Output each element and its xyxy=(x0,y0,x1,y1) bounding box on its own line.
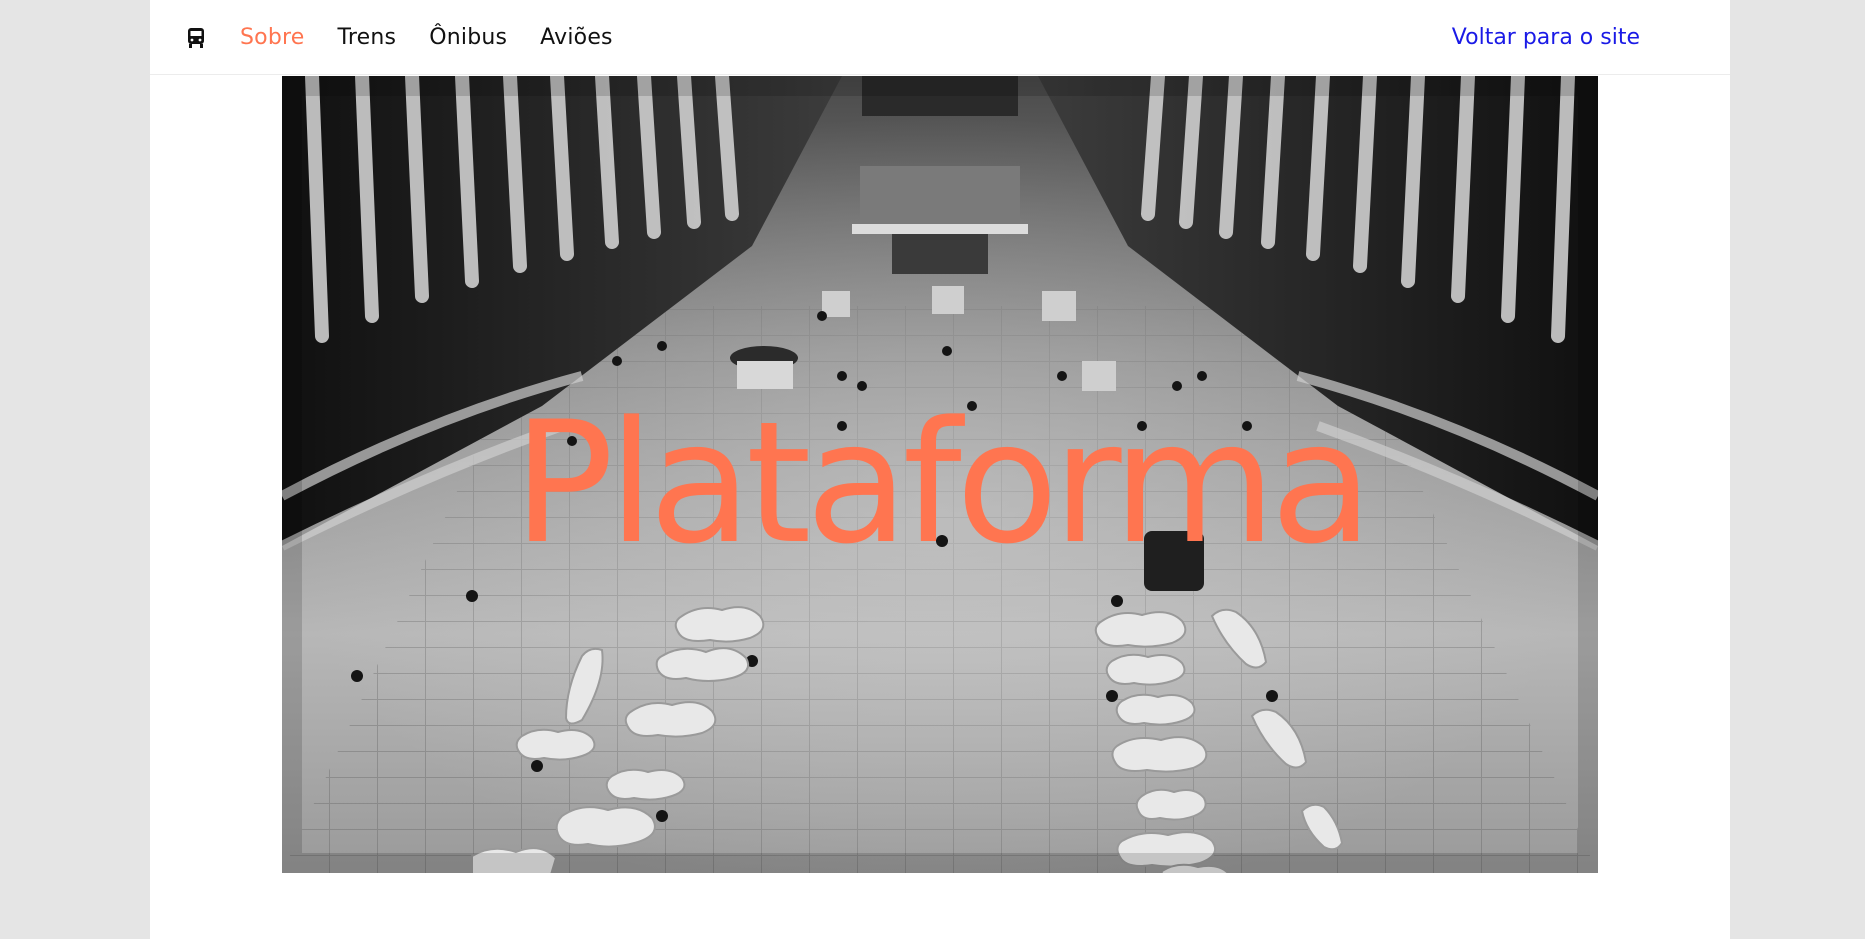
hero-title: Plataforma xyxy=(512,385,1373,581)
nav-link-onibus[interactable]: Ônibus xyxy=(429,25,507,50)
nav-links: Sobre Trens Ônibus Aviões xyxy=(240,0,613,75)
bus-icon[interactable] xyxy=(186,27,206,49)
back-to-site-link[interactable]: Voltar para o site xyxy=(1452,0,1640,75)
navbar: Sobre Trens Ônibus Aviões Voltar para o … xyxy=(150,0,1730,75)
nav-link-trens[interactable]: Trens xyxy=(338,25,397,50)
nav-link-sobre[interactable]: Sobre xyxy=(240,25,305,50)
nav-link-avioes[interactable]: Aviões xyxy=(540,25,613,50)
page: Sobre Trens Ônibus Aviões Voltar para o … xyxy=(150,0,1730,939)
hero-image: Plataforma xyxy=(282,76,1598,873)
